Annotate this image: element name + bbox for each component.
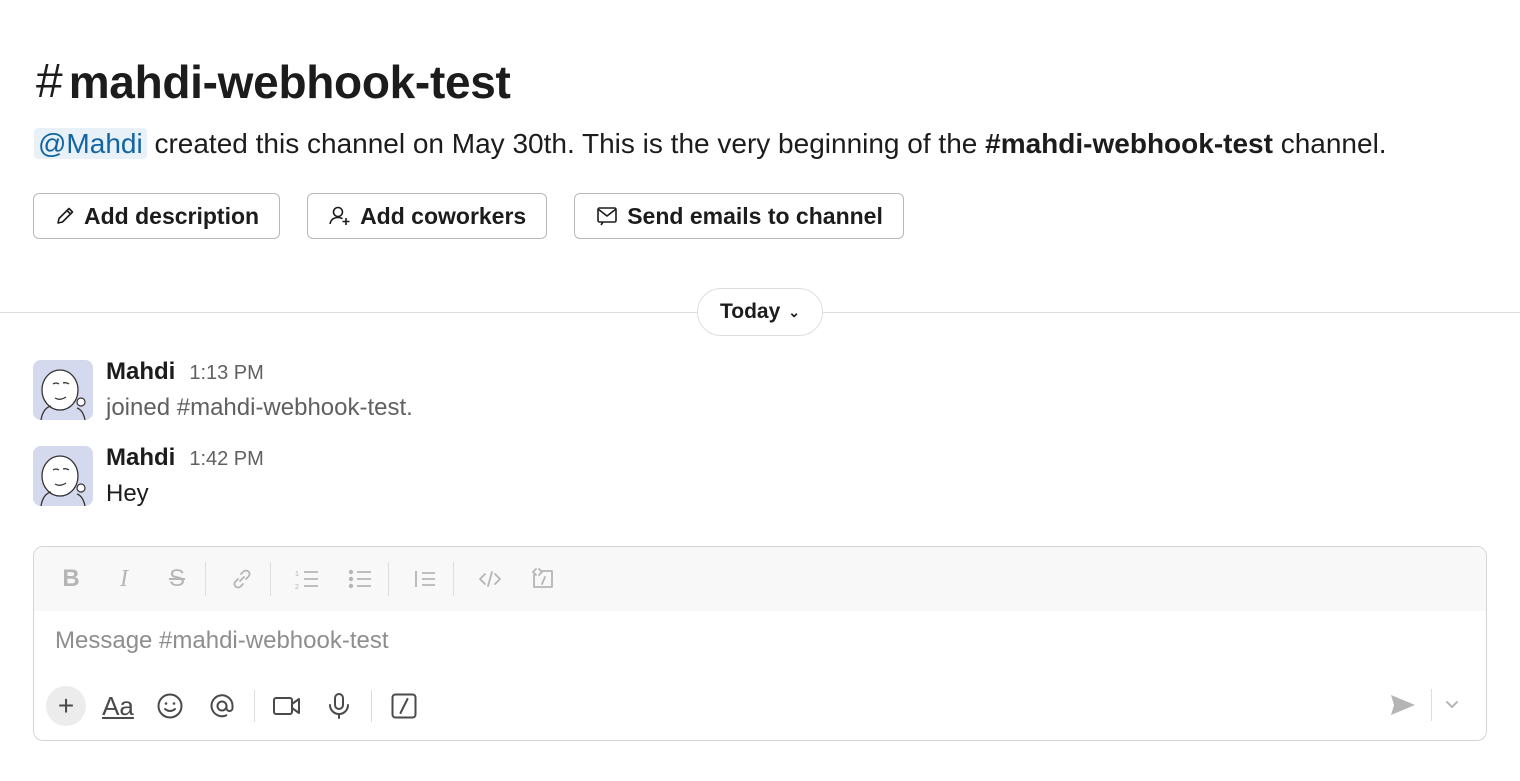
plus-icon[interactable]: + <box>46 686 86 726</box>
add-description-label: Add description <box>84 202 260 229</box>
svg-text:2: 2 <box>295 584 299 591</box>
send-emails-button[interactable]: Send emails to channel <box>574 193 904 239</box>
message-timestamp[interactable]: 1:42 PM <box>189 448 263 471</box>
toolbar-separator <box>270 562 271 596</box>
ordered-list-icon[interactable]: 12 <box>290 562 324 596</box>
message-meta: Mahdi 1:13 PM <box>106 358 264 386</box>
mention-icon[interactable] <box>202 686 242 726</box>
schedule-chevron-icon[interactable] <box>1442 695 1462 715</box>
video-icon[interactable] <box>267 686 307 726</box>
bold-icon[interactable]: B <box>54 562 88 596</box>
add-coworkers-label: Add coworkers <box>360 202 527 229</box>
link-icon[interactable] <box>225 562 259 596</box>
avatar-image <box>33 360 93 420</box>
toolbar-separator <box>254 690 255 722</box>
send-group <box>1385 687 1462 723</box>
send-icon[interactable] <box>1385 687 1421 723</box>
intro-text-before: created this channel on May 30th. This i… <box>146 128 986 159</box>
strikethrough-icon[interactable]: S <box>160 562 194 596</box>
toolbar-separator <box>371 690 372 722</box>
message-author[interactable]: Mahdi <box>106 444 175 472</box>
add-coworkers-button[interactable]: Add coworkers <box>307 193 548 239</box>
toolbar-separator <box>205 562 206 596</box>
composer-tools: + Aa <box>46 685 436 727</box>
add-description-button[interactable]: Add description <box>33 193 281 239</box>
avatar-image <box>33 446 93 506</box>
toolbar-separator <box>1431 689 1432 721</box>
hash-icon: # <box>36 55 63 108</box>
channel-actions: Add description Add coworkers Send email… <box>33 193 904 239</box>
emoji-icon[interactable] <box>150 686 190 726</box>
channel-intro: @Mahdi created this channel on May 30th.… <box>34 122 1387 166</box>
italic-icon[interactable]: I <box>107 562 141 596</box>
message-meta: Mahdi 1:42 PM <box>106 444 264 472</box>
channel-link-name: mahdi-webhook-test <box>1000 128 1273 159</box>
message-author[interactable]: Mahdi <box>106 358 175 386</box>
message-timestamp[interactable]: 1:13 PM <box>189 362 263 385</box>
intro-text-after: channel. <box>1272 128 1387 159</box>
microphone-icon[interactable] <box>319 686 359 726</box>
channel-link[interactable]: #mahdi-webhook-test <box>985 128 1273 159</box>
formatting-aa-icon[interactable]: Aa <box>98 686 138 726</box>
date-divider-button[interactable]: Today ⌄ <box>697 288 823 336</box>
add-user-icon <box>329 206 350 225</box>
channel-name: mahdi-webhook-test <box>68 56 511 108</box>
hash-icon: # <box>985 128 1001 159</box>
code-block-icon[interactable] <box>526 562 560 596</box>
bulleted-list-icon[interactable] <box>343 562 377 596</box>
user-mention[interactable]: @Mahdi <box>34 128 147 159</box>
pencil-icon <box>57 207 74 224</box>
message-composer: B I S 12 Message #mahdi-webhook-test + A… <box>33 546 1487 741</box>
chevron-down-icon: ⌄ <box>788 303 801 320</box>
avatar[interactable] <box>33 360 93 420</box>
send-emails-label: Send emails to channel <box>627 202 883 229</box>
toolbar-separator <box>388 562 389 596</box>
message-text: Hey <box>106 480 149 507</box>
blockquote-icon[interactable] <box>408 562 442 596</box>
formatting-toolbar: B I S 12 <box>34 547 1486 611</box>
svg-text:1: 1 <box>295 571 299 578</box>
toolbar-separator <box>453 562 454 596</box>
message-text: joined #mahdi-webhook-test. <box>106 394 413 421</box>
slash-command-icon[interactable] <box>384 686 424 726</box>
channel-title: # mahdi-webhook-test <box>36 52 511 112</box>
avatar[interactable] <box>33 446 93 506</box>
email-icon <box>597 207 618 226</box>
date-divider-label: Today <box>719 300 781 323</box>
message-input[interactable]: Message #mahdi-webhook-test <box>55 627 389 655</box>
code-icon[interactable] <box>473 562 507 596</box>
